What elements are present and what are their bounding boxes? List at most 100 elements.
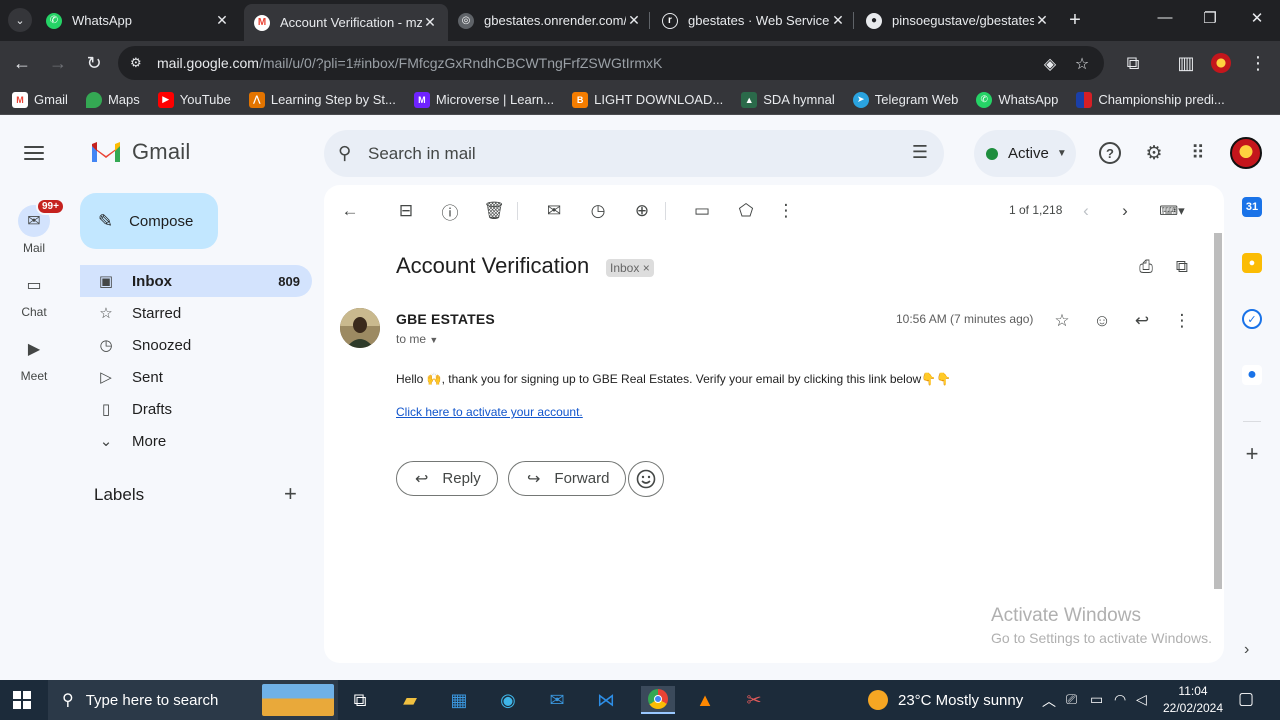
microsoft-store-icon[interactable]: ▦ xyxy=(445,686,473,714)
new-tab-button[interactable]: + xyxy=(1066,9,1084,31)
status-selector[interactable]: Active ▼ xyxy=(974,130,1076,177)
edge-icon[interactable]: ◉ xyxy=(494,686,522,714)
mark-unread-icon[interactable]: ✉ xyxy=(542,199,566,223)
weather-widget[interactable]: 23°C Mostly sunny xyxy=(868,690,1023,710)
profile-avatar-icon[interactable] xyxy=(1209,51,1233,75)
rail-meet[interactable]: ▶ Meet xyxy=(0,333,68,383)
task-view-icon[interactable]: ⧉ xyxy=(346,686,374,714)
forward-icon[interactable]: → xyxy=(46,51,70,75)
sender-avatar[interactable] xyxy=(340,308,380,348)
chrome-menu-icon[interactable]: ⋮ xyxy=(1246,51,1270,75)
search-options-icon[interactable]: ☰ xyxy=(912,142,928,163)
system-clock[interactable]: 11:04 22/02/2024 xyxy=(1160,683,1226,717)
show-side-panel-chevron-icon[interactable]: › xyxy=(1244,641,1249,659)
nav-sent[interactable]: ▷ Sent xyxy=(80,361,312,393)
activation-link[interactable]: Click here to activate your account. xyxy=(396,405,583,419)
close-icon[interactable]: ✕ xyxy=(626,12,642,29)
newer-chevron-icon[interactable]: ‹ xyxy=(1074,199,1098,223)
reply-icon[interactable]: ↩ xyxy=(1130,309,1154,333)
input-tools-icon[interactable]: ⌨▾ xyxy=(1152,199,1192,223)
nav-drafts[interactable]: ▯ Drafts xyxy=(80,393,312,425)
get-addons-icon[interactable]: + xyxy=(1242,441,1262,466)
settings-gear-icon[interactable]: ⚙ xyxy=(1142,141,1166,165)
chrome-icon[interactable] xyxy=(641,686,675,714)
rail-chat[interactable]: ▭ Chat xyxy=(0,269,68,319)
extension-icon[interactable]: ◈ xyxy=(1040,54,1060,74)
remove-label-icon[interactable]: × xyxy=(643,261,650,275)
nav-more[interactable]: ⌄ More xyxy=(80,425,312,457)
message-more-icon[interactable]: ⋮ xyxy=(1170,309,1194,333)
show-hidden-icons-chevron-icon[interactable]: ︿ xyxy=(1042,691,1056,711)
snipping-tool-icon[interactable]: ✂ xyxy=(740,686,768,714)
nav-starred[interactable]: ☆ Starred xyxy=(80,297,312,329)
file-explorer-icon[interactable]: ▰ xyxy=(396,686,424,714)
tasks-icon[interactable]: ✓ xyxy=(1242,309,1262,329)
close-icon[interactable]: ✕ xyxy=(422,14,438,31)
search-icon[interactable]: ⚲ xyxy=(338,143,360,164)
scrollbar-thumb[interactable] xyxy=(1214,233,1222,589)
side-panel-icon[interactable]: ▥ xyxy=(1174,51,1198,75)
keep-icon[interactable]: ● xyxy=(1242,253,1262,273)
print-icon[interactable]: ⎙ xyxy=(1134,255,1158,279)
bookmark-microverse[interactable]: M Microverse | Learn... xyxy=(413,91,554,108)
volume-icon[interactable]: ◁ xyxy=(1136,691,1147,708)
add-label-icon[interactable]: + xyxy=(284,481,297,507)
scrollbar[interactable] xyxy=(1212,233,1224,663)
bookmark-gmail[interactable]: M Gmail xyxy=(12,91,68,108)
bookmark-light-download[interactable]: B LIGHT DOWNLOAD... xyxy=(572,91,723,108)
search-input[interactable] xyxy=(368,143,868,164)
wifi-icon[interactable]: ◠ xyxy=(1114,691,1126,708)
taskbar-search[interactable]: ⚲ Type here to search xyxy=(48,680,338,720)
close-icon[interactable]: ✕ xyxy=(214,12,230,29)
meet-now-icon[interactable]: ⎚ xyxy=(1066,691,1077,708)
address-bar[interactable]: ⚙ mail.google.com/mail/u/0/?pli=1#inbox/… xyxy=(118,46,1104,80)
bookmark-maps[interactable]: Maps xyxy=(85,91,140,108)
star-email-icon[interactable]: ☆ xyxy=(1050,309,1074,333)
account-avatar[interactable] xyxy=(1230,137,1262,169)
minimize-button[interactable]: — xyxy=(1155,9,1175,26)
close-window-button[interactable]: ✕ xyxy=(1247,9,1267,27)
bookmark-sda-hymnal[interactable]: ▲ SDA hymnal xyxy=(741,91,835,108)
battery-icon[interactable]: ▭ xyxy=(1090,691,1103,708)
forward-button[interactable]: ↪ Forward xyxy=(508,461,627,496)
nav-snoozed[interactable]: ◷ Snoozed xyxy=(80,329,312,361)
help-icon[interactable]: ? xyxy=(1098,141,1122,165)
more-options-icon[interactable]: ⋮ xyxy=(774,199,798,223)
tab-github[interactable]: ● pinsoegustave/gbestates ✕ xyxy=(856,4,1060,37)
move-to-icon[interactable]: ▭ xyxy=(690,199,714,223)
compose-button[interactable]: ✎ Compose xyxy=(80,193,218,249)
tab-render[interactable]: r gbestates · Web Service ✕ xyxy=(652,4,856,37)
close-icon[interactable]: ✕ xyxy=(830,12,846,29)
gmail-logo[interactable]: Gmail xyxy=(90,139,190,165)
add-reaction-icon[interactable]: ☺ xyxy=(1090,309,1114,333)
windows-start-icon[interactable] xyxy=(13,691,31,709)
vscode-icon[interactable]: ⋈ xyxy=(592,686,620,714)
tab-whatsapp[interactable]: ✆ WhatsApp ✕ xyxy=(36,4,240,37)
main-menu-icon[interactable] xyxy=(22,143,46,163)
apps-grid-icon[interactable]: ⠿ xyxy=(1186,141,1210,165)
bookmark-telegram[interactable]: ➤ Telegram Web xyxy=(852,91,958,108)
tab-search-button[interactable]: ⌄ xyxy=(8,8,32,32)
back-to-inbox-icon[interactable]: ← xyxy=(338,199,362,223)
label-icon[interactable]: ⬠ xyxy=(734,199,758,223)
bookmark-learning[interactable]: ⋀ Learning Step by St... xyxy=(248,91,396,108)
tab-gbestates[interactable]: ◎ gbestates.onrender.com/ ✕ xyxy=(448,4,652,37)
report-spam-icon[interactable]: ⓘ xyxy=(438,199,462,223)
tab-gmail[interactable]: M Account Verification - mz ✕ xyxy=(244,4,448,41)
emoji-react-button[interactable] xyxy=(628,461,664,497)
bookmark-youtube[interactable]: ▶ YouTube xyxy=(157,91,231,108)
nav-inbox[interactable]: ▣ Inbox 809 xyxy=(80,265,312,297)
back-icon[interactable]: ← xyxy=(10,51,34,75)
reload-icon[interactable]: ↻ xyxy=(82,51,106,75)
recipient-details[interactable]: to me ▼ xyxy=(396,332,438,346)
restore-button[interactable]: ❐ xyxy=(1200,9,1220,27)
site-info-icon[interactable]: ⚙ xyxy=(130,55,150,71)
older-chevron-icon[interactable]: › xyxy=(1113,199,1137,223)
snooze-icon[interactable]: ◷ xyxy=(586,199,610,223)
mail-app-icon[interactable]: ✉ xyxy=(543,686,571,714)
calendar-icon[interactable]: 31 xyxy=(1242,197,1262,217)
notifications-icon[interactable]: ▢ xyxy=(1238,689,1254,709)
bookmark-whatsapp[interactable]: ✆ WhatsApp xyxy=(976,91,1058,108)
extensions-puzzle-icon[interactable]: ⧉ xyxy=(1121,51,1145,75)
reply-button[interactable]: ↩ Reply xyxy=(396,461,498,496)
